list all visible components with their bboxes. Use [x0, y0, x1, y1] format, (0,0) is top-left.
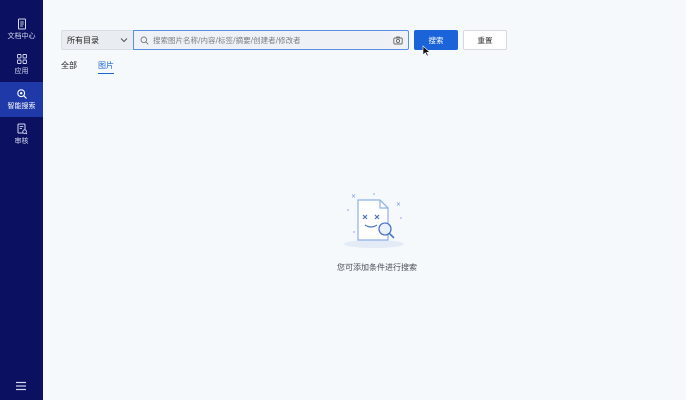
sidebar-item-apps[interactable]: 应用 [0, 47, 43, 82]
search-icon [140, 36, 149, 45]
tab-images[interactable]: 图片 [98, 60, 114, 74]
main-content: 所有目录 搜索 重置 全部 图片 × × [43, 0, 686, 400]
sidebar-item-label: 智能搜索 [7, 102, 36, 110]
camera-icon[interactable] [393, 36, 403, 45]
empty-search-illustration: × × [344, 193, 404, 248]
scope-select-value: 所有目录 [67, 35, 99, 45]
search-button[interactable]: 搜索 [414, 30, 458, 50]
reset-button[interactable]: 重置 [463, 30, 507, 50]
svg-text:×: × [351, 193, 356, 200]
tab-all[interactable]: 全部 [61, 60, 77, 74]
review-icon [17, 123, 27, 135]
mouse-cursor-icon [422, 45, 431, 57]
search-input[interactable] [153, 35, 383, 45]
smart-search-icon [16, 89, 27, 99]
search-field[interactable] [133, 30, 409, 50]
sidebar-item-documents[interactable]: 文档中心 [0, 12, 43, 47]
hamburger-menu-icon[interactable] [14, 380, 28, 392]
sidebar-item-label: 应用 [14, 67, 29, 75]
directory-scope-select[interactable]: 所有目录 [61, 30, 133, 50]
sidebar-item-smart-search[interactable]: 智能搜索 [0, 82, 43, 117]
apps-grid-icon [16, 54, 27, 64]
chevron-down-icon [120, 38, 128, 43]
sidebar-item-label: 文档中心 [7, 32, 36, 40]
svg-text:×: × [396, 201, 401, 208]
sidebar-item-review[interactable]: 审核 [0, 117, 43, 152]
sidebar: 文档中心 应用 智能搜索 审核 [0, 0, 43, 400]
empty-state-text: 您可添加条件进行搜索 [337, 263, 417, 272]
sidebar-item-label: 审核 [14, 137, 29, 145]
document-icon [17, 18, 26, 30]
result-tabs: 全部 图片 [61, 60, 135, 74]
